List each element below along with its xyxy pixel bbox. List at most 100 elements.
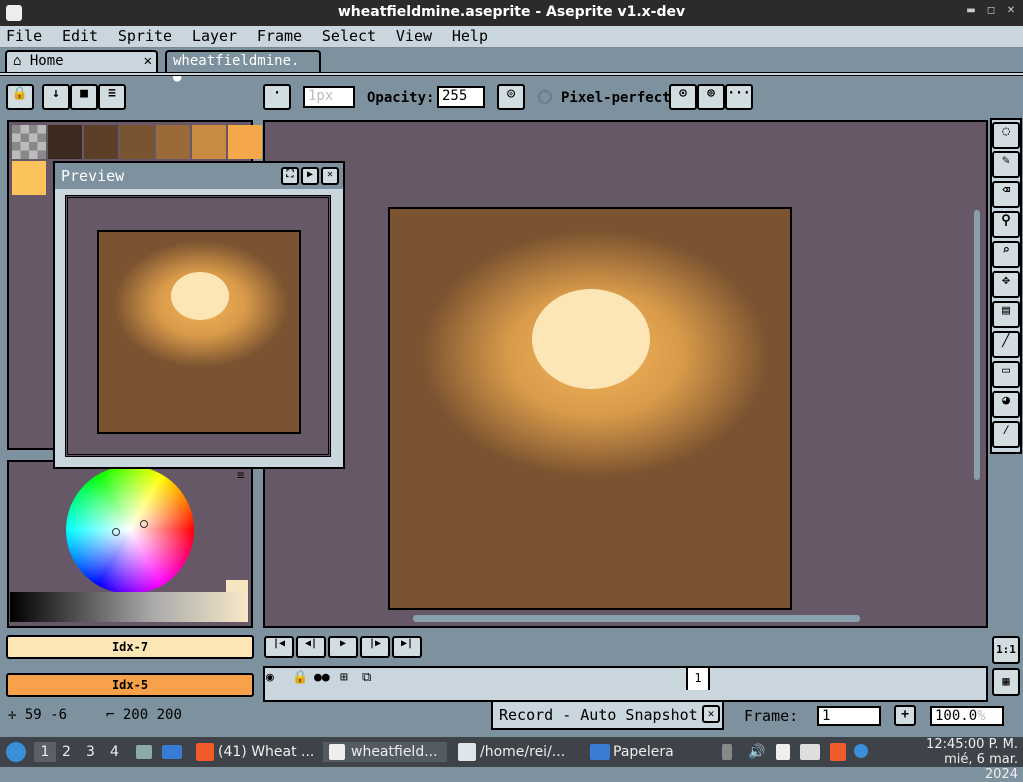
palette-swatch[interactable] <box>120 125 154 159</box>
menu-layer[interactable]: Layer <box>186 26 243 45</box>
preview-sprite <box>97 230 301 434</box>
move-tool[interactable]: ✥ <box>992 271 1020 298</box>
palette-down-button[interactable]: ↓ <box>42 84 70 110</box>
first-frame-button[interactable]: |◀ <box>264 636 294 658</box>
palette-menu-button[interactable]: ≡ <box>98 84 126 110</box>
lock-button[interactable]: 🔒 <box>6 84 34 110</box>
background-color-bar[interactable]: Idx-5 <box>6 673 254 697</box>
palette-swatch[interactable] <box>48 125 82 159</box>
vertical-scrollbar[interactable] <box>974 210 980 480</box>
zoom-input[interactable]: 100.0% <box>930 706 1004 726</box>
menu-file[interactable]: File <box>0 26 48 45</box>
transparent-swatch[interactable] <box>12 125 46 159</box>
spray-tool[interactable]: ⁄ <box>992 421 1020 448</box>
browser-icon[interactable] <box>196 743 214 761</box>
update-alert-icon[interactable] <box>854 744 868 758</box>
taskbar-trash-item[interactable]: Papelera <box>613 742 674 762</box>
foreground-color-bar[interactable]: Idx-7 <box>6 635 254 659</box>
eraser-tool[interactable]: ⌫ <box>992 181 1020 208</box>
notes-icon[interactable] <box>776 744 790 760</box>
continuous-icon[interactable]: ●● <box>314 670 330 685</box>
dynamics-button[interactable]: ⊚ <box>697 84 725 110</box>
files-launcher-icon[interactable] <box>136 745 152 759</box>
menu-sprite[interactable]: Sprite <box>112 26 178 45</box>
ink-button[interactable]: ◎ <box>497 84 525 110</box>
desktop-launcher-icon[interactable] <box>162 745 182 759</box>
visibility-icon[interactable]: ◉ <box>266 670 274 685</box>
gradient-tool[interactable]: ▤ <box>992 301 1020 328</box>
brave-tray-icon[interactable] <box>830 743 846 761</box>
menu-select[interactable]: Select <box>316 26 382 45</box>
brush-type-button[interactable]: · <box>263 84 291 110</box>
symmetry-button[interactable]: ⊙ <box>669 84 697 110</box>
tab-close-icon[interactable]: ✕ <box>144 53 152 69</box>
folder-icon[interactable] <box>590 744 610 760</box>
palette-swatch[interactable] <box>12 161 46 195</box>
preview-close-button[interactable]: ✕ <box>321 167 339 185</box>
clipboard-icon[interactable] <box>722 744 732 760</box>
eyedropper-tool[interactable]: ⚲ <box>992 211 1020 238</box>
color-wheel[interactable] <box>66 466 194 594</box>
shade-bar[interactable] <box>10 592 248 622</box>
palette-swatch[interactable] <box>228 125 262 159</box>
color-swatch-small[interactable] <box>226 580 248 592</box>
taskbar-browser-item[interactable]: (41) Wheat ... <box>218 742 314 762</box>
more-options-button[interactable]: ··· <box>725 84 753 110</box>
lock-layer-icon[interactable]: 🔒 <box>292 670 308 685</box>
rectangle-tool[interactable]: ▭ <box>992 361 1020 388</box>
options-icon[interactable]: ≡ <box>237 468 244 482</box>
workspace-1[interactable]: 1 <box>34 742 56 762</box>
palette-swatch[interactable] <box>156 125 190 159</box>
menu-frame[interactable]: Frame <box>251 26 308 45</box>
preview-fullscreen-button[interactable]: ⛶ <box>281 167 299 185</box>
maximize-icon[interactable]: ◻ <box>985 5 997 19</box>
color-wheel-marker[interactable] <box>140 520 148 528</box>
opacity-label: Opacity: <box>367 90 435 106</box>
volume-icon[interactable]: 🔊 <box>748 742 765 762</box>
palette-square-button[interactable]: ■ <box>70 84 98 110</box>
display-icon[interactable] <box>800 744 820 760</box>
pencil-tool[interactable]: ✎ <box>992 151 1020 178</box>
frame-label: Frame: <box>744 707 799 725</box>
sprite-canvas[interactable] <box>388 207 792 610</box>
bucket-icon: ◕ <box>1002 393 1010 408</box>
preview-play-button[interactable]: ▶ <box>301 167 319 185</box>
marquee-tool[interactable]: ◌ <box>992 122 1020 149</box>
add-frame-button[interactable]: + <box>894 705 916 726</box>
tab-home[interactable]: ⌂ Home ✕ <box>5 50 158 72</box>
close-window-icon[interactable]: ✕ <box>1005 5 1017 19</box>
prev-frame-button[interactable]: ◀| <box>296 636 326 658</box>
tab-wheatfieldmine[interactable]: wheatfieldmine. ● <box>165 50 321 85</box>
workspace-4[interactable]: 4 <box>110 742 119 762</box>
minimize-icon[interactable]: ▬ <box>965 5 977 19</box>
start-menu-icon[interactable] <box>6 742 26 762</box>
menu-help[interactable]: Help <box>446 26 494 45</box>
pixel-perfect-checkbox[interactable] <box>538 90 552 104</box>
taskbar-terminal-item[interactable]: /home/rei/... <box>480 742 565 762</box>
palette-swatch[interactable] <box>84 125 118 159</box>
line-tool[interactable]: ╱ <box>992 331 1020 358</box>
zoom-actual-size-button[interactable]: 1:1 <box>992 636 1020 664</box>
menu-edit[interactable]: Edit <box>56 26 104 45</box>
frame-header[interactable]: 1 <box>686 668 710 690</box>
last-frame-button[interactable]: ▶| <box>392 636 422 658</box>
next-frame-button[interactable]: |▶ <box>360 636 390 658</box>
opacity-input[interactable]: 255 <box>437 86 485 108</box>
color-wheel-marker[interactable] <box>112 528 120 536</box>
terminal-icon[interactable] <box>458 743 476 761</box>
play-button[interactable]: ▶ <box>328 636 358 658</box>
palette-swatch[interactable] <box>192 125 226 159</box>
frame-input[interactable]: 1 <box>817 706 881 726</box>
workspace-3[interactable]: 3 <box>86 742 95 762</box>
layer-grid-icon[interactable]: ⊞ <box>340 670 348 685</box>
menu-view[interactable]: View <box>390 26 438 45</box>
onion-skin-icon[interactable]: ⧉ <box>362 670 371 685</box>
brush-size-input[interactable]: 1px <box>303 86 355 108</box>
zoom-tool[interactable]: ⌕ <box>992 241 1020 268</box>
horizontal-scrollbar[interactable] <box>413 615 860 622</box>
workspace-2[interactable]: 2 <box>62 742 71 762</box>
fill-tool[interactable]: ◕ <box>992 391 1020 418</box>
taskbar-aseprite-item[interactable]: wheatfield... <box>323 742 447 762</box>
timeline-toggle-button[interactable]: ▦ <box>992 668 1020 696</box>
notification-close-button[interactable]: ✕ <box>702 705 720 723</box>
